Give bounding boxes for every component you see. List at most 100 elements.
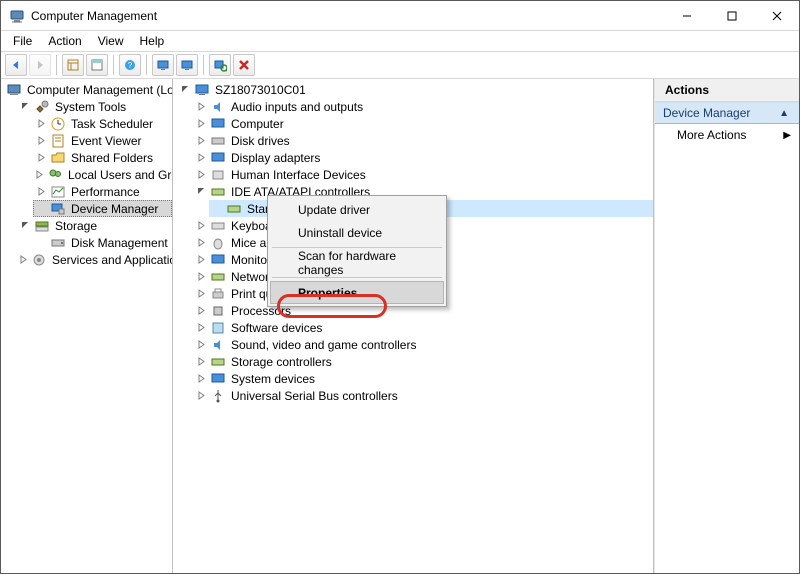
tree-disk-management[interactable]: Disk Management [33,234,172,251]
collapse-icon[interactable] [195,339,207,351]
device-software[interactable]: Software devices [193,319,653,336]
collapse-icon[interactable] [195,305,207,317]
menu-file[interactable]: File [5,32,40,50]
toolbar-separator [146,55,147,75]
titlebar: Computer Management [1,1,799,31]
tools-icon [34,99,50,115]
device-usb[interactable]: Universal Serial Bus controllers [193,387,653,404]
collapse-icon[interactable] [195,101,207,113]
ctx-scan[interactable]: Scan for hardware changes [270,251,444,274]
show-hide-tree-button[interactable] [62,54,84,76]
submenu-caret-icon: ▶ [783,130,791,141]
device-disk-drives[interactable]: Disk drives [193,132,653,149]
controller-icon [226,201,242,217]
actions-section[interactable]: Device Manager ▲ [655,102,799,124]
hid-icon [210,167,226,183]
monitor-button-2[interactable] [176,54,198,76]
collapse-icon[interactable] [195,152,207,164]
tree-device-manager[interactable]: Device Manager [33,200,172,217]
menubar: File Action View Help [1,31,799,51]
scan-hardware-button[interactable] [209,54,231,76]
storage-ctrl-icon [210,354,226,370]
tree-services-apps[interactable]: Services and Applications [17,251,172,268]
users-icon [47,167,63,183]
monitor-icon [210,252,226,268]
tree-storage[interactable]: Storage [17,217,172,234]
forward-button[interactable] [29,54,51,76]
printer-icon [210,286,226,302]
device-manager-icon [50,201,66,217]
cpu-icon [210,303,226,319]
collapse-icon[interactable] [195,118,207,130]
collapse-icon[interactable] [35,118,47,130]
collapse-icon[interactable] [195,288,207,300]
app-icon [9,8,25,24]
collapse-icon[interactable] [195,220,207,232]
menu-action[interactable]: Action [40,32,89,50]
device-audio[interactable]: Audio inputs and outputs [193,98,653,115]
collapse-icon[interactable] [195,169,207,181]
collapse-icon[interactable] [35,135,47,147]
collapse-icon[interactable] [195,271,207,283]
collapse-icon[interactable] [195,322,207,334]
collapse-icon[interactable] [195,390,207,402]
toolbar-separator [113,55,114,75]
device-storage-controllers[interactable]: Storage controllers [193,353,653,370]
minimize-button[interactable] [664,1,709,30]
console-tree-pane: Computer Management (Local) System Tools [1,79,173,573]
display-icon [210,150,226,166]
properties-toolbar-button[interactable] [86,54,108,76]
collapse-icon[interactable] [195,254,207,266]
actions-more[interactable]: More Actions ▶ [655,124,799,146]
hdd-icon [210,133,226,149]
tree-local-users[interactable]: Local Users and Groups [33,166,172,183]
toolbar-separator [56,55,57,75]
collapse-icon[interactable] [195,373,207,385]
device-display[interactable]: Display adapters [193,149,653,166]
ctx-properties[interactable]: Properties [270,281,444,304]
collapse-icon[interactable] [195,135,207,147]
tree-root[interactable]: Computer Management (Local) [1,81,172,98]
ctx-update-driver[interactable]: Update driver [270,198,444,221]
svg-text:?: ? [128,61,133,70]
device-root[interactable]: SZ18073010C01 [177,81,653,98]
event-icon [50,133,66,149]
tree-system-tools[interactable]: System Tools [17,98,172,115]
monitor-button-1[interactable] [152,54,174,76]
folder-share-icon [50,150,66,166]
collapse-icon[interactable] [35,152,47,164]
actions-pane: Actions Device Manager ▲ More Actions ▶ [654,79,799,573]
expand-icon[interactable] [195,186,207,198]
ctx-uninstall[interactable]: Uninstall device [270,221,444,244]
collapse-icon[interactable] [35,169,44,181]
expand-icon[interactable] [179,84,191,96]
menu-view[interactable]: View [90,32,132,50]
system-icon [210,371,226,387]
device-sound[interactable]: Sound, video and game controllers [193,336,653,353]
actions-header: Actions [655,79,799,102]
device-hid[interactable]: Human Interface Devices [193,166,653,183]
back-button[interactable] [5,54,27,76]
storage-icon [34,218,50,234]
collapse-icon[interactable] [35,186,47,198]
maximize-button[interactable] [709,1,754,30]
tree-shared-folders[interactable]: Shared Folders [33,149,172,166]
audio-icon [210,99,226,115]
tree-root-label: Computer Management (Local) [25,83,173,97]
tree-event-viewer[interactable]: Event Viewer [33,132,172,149]
expand-icon[interactable] [19,220,31,232]
mouse-icon [210,235,226,251]
tree-performance[interactable]: Performance [33,183,172,200]
device-system[interactable]: System devices [193,370,653,387]
menu-help[interactable]: Help [132,32,173,50]
collapse-icon[interactable] [195,356,207,368]
ctx-separator [272,277,442,278]
help-toolbar-button[interactable]: ? [119,54,141,76]
uninstall-button[interactable] [233,54,255,76]
expand-icon[interactable] [19,101,31,113]
tree-task-scheduler[interactable]: Task Scheduler [33,115,172,132]
device-computer[interactable]: Computer [193,115,653,132]
close-button[interactable] [754,1,799,30]
collapse-icon[interactable] [19,254,28,266]
collapse-icon[interactable] [195,237,207,249]
